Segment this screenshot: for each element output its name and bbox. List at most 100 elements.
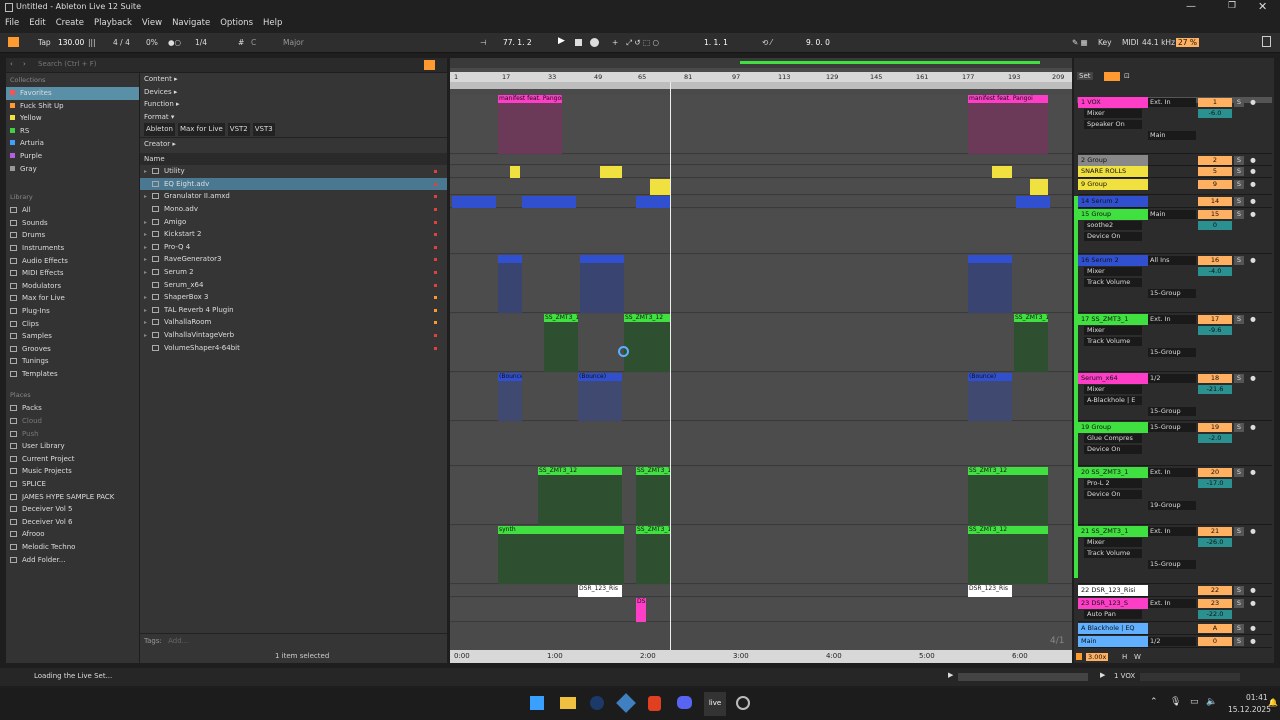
arrangement-clip[interactable]: SS_ZMT3_12 <box>968 526 1048 584</box>
arm-button[interactable]: ● <box>1248 423 1258 432</box>
track-name[interactable]: A Blackhole | EQ <box>1078 623 1148 634</box>
overview-icon[interactable] <box>1262 36 1271 47</box>
place-item[interactable]: SPLICE <box>6 478 139 491</box>
track-header[interactable]: 23 DSR_123_S Ext. In 23 S ● -22.0 Auto Pan <box>1078 598 1272 622</box>
arrangement-clip[interactable]: SS_ZMT3_12 <box>624 314 670 372</box>
expand-arrow-icon[interactable]: ▸ <box>144 242 152 254</box>
solo-button[interactable]: S <box>1234 167 1244 176</box>
expand-arrow-icon[interactable]: ▸ <box>144 191 152 203</box>
arrangement-view[interactable]: 1 17 33 49 65 81 97 113 129 145 161 177 193 209 manif… <box>450 58 1072 663</box>
place-item[interactable]: Current Project <box>6 453 139 466</box>
solo-button[interactable]: S <box>1234 315 1244 324</box>
volume-field[interactable]: 0 <box>1198 221 1232 230</box>
place-item[interactable]: Deceiver Vol 6 <box>6 516 139 529</box>
output-routing[interactable]: 19-Group <box>1148 501 1196 510</box>
loop-length-field[interactable]: 9. 0. 0 <box>806 38 830 47</box>
place-item[interactable]: Afrooo <box>6 528 139 541</box>
arrangement-clip[interactable] <box>992 166 1012 178</box>
device-chooser[interactable]: Pro-L 2 <box>1084 479 1142 488</box>
track-number-button[interactable]: 22 <box>1198 586 1232 595</box>
file-item[interactable]: ▸ Utility <box>140 165 447 178</box>
quantize-field[interactable]: 1/4 <box>195 38 207 47</box>
library-item[interactable]: Instruments <box>6 242 139 255</box>
place-item[interactable]: Cloud <box>6 415 139 428</box>
parameter-chooser[interactable]: Device On <box>1084 490 1142 499</box>
volume-field[interactable]: -22.0 <box>1198 610 1232 619</box>
loop-start-field[interactable]: 1. 1. 1 <box>704 38 728 47</box>
track-name[interactable]: 19 Group <box>1078 422 1148 433</box>
device-chooser[interactable]: Mixer <box>1084 385 1142 394</box>
track-number-button[interactable]: 19 <box>1198 423 1232 432</box>
track-lane[interactable] <box>450 155 1072 165</box>
filter-content[interactable]: Content ▸ <box>140 73 447 86</box>
expand-arrow-icon[interactable]: ▸ <box>144 305 152 317</box>
solo-button[interactable]: S <box>1234 256 1244 265</box>
arrangement-clip[interactable]: DSR_123_Ris <box>578 585 622 597</box>
arrangement-clip[interactable] <box>600 166 622 178</box>
expand-arrow-icon[interactable]: ▸ <box>144 217 152 229</box>
track-header[interactable]: 2 Group 2 S ● <box>1078 155 1272 166</box>
device-chooser[interactable]: soothe2 <box>1084 221 1142 230</box>
place-item[interactable]: Add Folder... <box>6 554 139 567</box>
key-map-button[interactable]: Key <box>1098 38 1112 47</box>
arrangement-clip[interactable] <box>1016 196 1050 208</box>
obs-icon[interactable] <box>736 696 750 710</box>
file-item[interactable]: ▸ Kickstart 2 <box>140 228 447 241</box>
track-number-button[interactable]: 5 <box>1198 167 1232 176</box>
track-name[interactable]: 22 DSR_123_Risi <box>1078 585 1148 596</box>
volume-field[interactable]: -2.0 <box>1198 434 1232 443</box>
discord-icon[interactable] <box>677 696 692 709</box>
track-number-button[interactable]: 18 <box>1198 374 1232 383</box>
collection-item[interactable]: Gray <box>6 163 139 176</box>
metronome-icon[interactable]: ||| <box>88 38 96 47</box>
arrangement-clip[interactable] <box>968 255 1012 313</box>
library-item[interactable]: Samples <box>6 330 139 343</box>
arm-button[interactable]: ● <box>1248 98 1258 107</box>
search-input[interactable]: Search (Ctrl + F) <box>38 60 97 68</box>
scale-icon[interactable]: # <box>238 38 244 47</box>
tray-chevron-icon[interactable]: ⌃ <box>1150 697 1158 707</box>
device-chooser[interactable]: Mixer <box>1084 267 1142 276</box>
output-routing[interactable]: 15-Group <box>1148 348 1196 357</box>
device-chooser[interactable]: Mixer <box>1084 538 1142 547</box>
expand-arrow-icon[interactable]: ▸ <box>144 330 152 342</box>
library-item[interactable]: Plug-Ins <box>6 305 139 318</box>
file-item[interactable]: EQ Eight.adv <box>140 177 447 191</box>
w-toggle[interactable]: W <box>1134 653 1141 661</box>
menu-view[interactable]: View <box>137 16 167 33</box>
scale-select[interactable]: Major <box>283 38 304 47</box>
notification-icon[interactable]: 🔔 <box>1268 698 1278 707</box>
track-header[interactable]: Main 1/2 0 S ● <box>1078 636 1272 648</box>
arm-button[interactable]: ● <box>1248 637 1258 646</box>
track-number-button[interactable]: 16 <box>1198 256 1232 265</box>
collection-item[interactable]: Arturia <box>6 137 139 150</box>
track-header[interactable]: 16 Serum 2 All Ins 16 S ● -4.0 Mixer Track Volu… <box>1078 255 1272 313</box>
input-select[interactable]: Ext. In <box>1148 315 1196 324</box>
track-name[interactable]: 16 Serum 2 <box>1078 255 1148 266</box>
network-icon[interactable]: ▭ <box>1190 697 1199 707</box>
track-lane[interactable] <box>450 179 1072 195</box>
track-header[interactable]: 15 Group Main 15 S ● 0 soothe2 Device On <box>1078 209 1272 254</box>
track-number-button[interactable]: A <box>1198 624 1232 633</box>
zoom-icon[interactable] <box>1076 653 1082 660</box>
volume-field[interactable]: -21.6 <box>1198 385 1232 394</box>
arrangement-clip[interactable]: DS <box>636 598 646 622</box>
solo-button[interactable]: S <box>1234 599 1244 608</box>
input-select[interactable]: Ext. In <box>1148 468 1196 477</box>
arrangement-clip[interactable] <box>522 196 576 208</box>
volume-field[interactable]: -17.0 <box>1198 479 1232 488</box>
collection-item[interactable]: Fuck Shit Up <box>6 100 139 113</box>
menu-options[interactable]: Options <box>215 16 258 33</box>
volume-icon[interactable]: 🔈 <box>1206 697 1217 707</box>
arrangement-clip[interactable] <box>636 196 670 208</box>
arrangement-clip[interactable]: SS_ZMT3_12 <box>636 467 670 525</box>
tag-max[interactable]: Max for Live <box>177 123 225 136</box>
filter-creator[interactable]: Creator ▸ <box>140 138 447 151</box>
file-item[interactable]: VolumeShaper4-64bit <box>140 342 447 355</box>
library-item[interactable]: Grooves <box>6 343 139 356</box>
solo-button[interactable]: S <box>1234 423 1244 432</box>
file-item[interactable]: ▸ TAL Reverb 4 Plugin <box>140 304 447 317</box>
device-chooser[interactable]: Auto Pan <box>1084 610 1142 619</box>
solo-button[interactable]: S <box>1234 156 1244 165</box>
track-lane[interactable]: DS <box>450 598 1072 622</box>
